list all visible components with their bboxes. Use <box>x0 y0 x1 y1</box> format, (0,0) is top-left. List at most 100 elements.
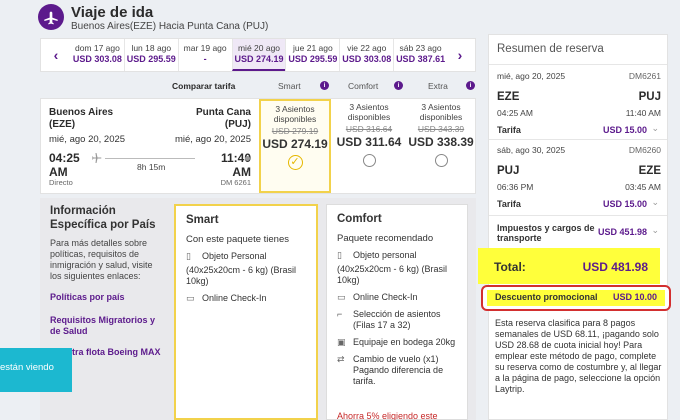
segment-flight-code: DM6261 <box>628 71 661 81</box>
departure-time: 04:25 <box>49 151 80 165</box>
bag-icon: ▯ <box>337 250 342 260</box>
segment-departure: 04:25 AM <box>497 108 533 118</box>
date-option[interactable]: sáb 23 ago USD 387.61 <box>393 39 447 71</box>
date-label: jue 21 ago <box>293 43 333 53</box>
segment-destination: EZE <box>638 165 661 177</box>
compare-fares-row: Comparar tarifa Smart i Comfort i Extra … <box>160 78 476 94</box>
flight-path-line <box>105 158 195 159</box>
fare-price: USD 311.64 <box>336 135 402 149</box>
package-comfort: Comfort Paquete recomendado ▯ Objeto pers… <box>326 204 468 420</box>
radio-button[interactable] <box>362 154 376 167</box>
segment-arrival: 03:45 AM <box>625 182 661 192</box>
date-label: lun 18 ago <box>131 43 172 53</box>
date-price: USD 295.59 <box>288 54 338 64</box>
discount-amount: USD 10.00 <box>612 292 657 302</box>
date-option[interactable]: mié 20 ago USD 274.19 <box>231 39 286 71</box>
package-smart: Smart Con este paquete tienes ▯ Objeto Pe… <box>174 204 318 420</box>
bag-icon: ▯ <box>186 251 191 261</box>
package-subtitle: Paquete recomendado <box>337 233 434 244</box>
origin-date: mié, ago 20, 2025 <box>49 134 126 145</box>
arrival-ampm: AM <box>232 165 251 179</box>
radio-button[interactable] <box>434 154 448 167</box>
flight-type: Directo <box>49 178 73 187</box>
segment-origin: EZE <box>497 91 520 103</box>
package-title: Comfort <box>337 213 382 225</box>
feature-item: ▣ Equipaje en bodega 20kg <box>337 337 456 347</box>
check-icon[interactable]: ✓ <box>287 155 303 170</box>
fare-option-comfort[interactable]: 3 Asientos disponibles USD 316.64 USD 31… <box>333 99 405 193</box>
date-option[interactable]: jue 21 ago USD 295.59 <box>285 39 339 71</box>
country-info-text: Para más detalles sobre políticas, requi… <box>50 238 153 281</box>
date-price: USD 303.08 <box>72 54 122 64</box>
fare-name-extra: Extra <box>428 81 448 91</box>
chevron-left-icon[interactable]: ‹ <box>43 39 69 71</box>
flight-details: Buenos Aires (EZE) Punta Cana (PUJ) mié,… <box>41 99 259 193</box>
fare-price: USD 274.19 <box>262 137 328 151</box>
link-country-policies[interactable]: Políticas por país <box>50 292 166 303</box>
fare-label: Tarifa <box>497 199 521 209</box>
fare-option-extra[interactable]: 3 Asientos disponibles USD 343.39 USD 33… <box>405 99 477 193</box>
info-icon[interactable]: i <box>320 81 329 90</box>
segment-flight-code: DM6260 <box>628 145 661 155</box>
promo-text: Ahorra 5% eligiendo este <box>337 411 438 420</box>
dest-date: mié, ago 20, 2025 <box>174 134 251 145</box>
page-header: Viaje de ida Buenos Aires(EZE) Hacia Pun… <box>38 2 478 34</box>
flight-card: Buenos Aires (EZE) Punta Cana (PUJ) mié,… <box>40 98 476 194</box>
feature-item: ⇄ Cambio de vuelo (x1) Pagando diferencia… <box>337 354 444 386</box>
seats-available: 3 Asientos disponibles <box>419 102 463 122</box>
info-icon[interactable]: i <box>466 81 475 90</box>
chevron-right-icon[interactable]: › <box>447 39 473 71</box>
chat-widget[interactable]: están viendo <box>0 348 72 392</box>
feature-item: ▯ Objeto personal <box>337 250 417 260</box>
date-option[interactable]: dom 17 ago USD 303.08 <box>71 39 124 71</box>
segment-date: mié, ago 20, 2025 <box>497 71 566 81</box>
date-label: sáb 23 ago <box>399 43 442 53</box>
package-subtitle: Con este paquete tienes <box>186 234 289 245</box>
taxes-amount: USD 451.98 <box>597 227 647 237</box>
summary-title: Resumen de reserva <box>489 35 667 65</box>
route-subtitle: Buenos Aires(EZE) Hacia Punta Cana (PUJ) <box>71 21 269 32</box>
fare-option-smart[interactable]: 3 Asientos disponibles USD 279.19 USD 27… <box>259 99 331 193</box>
feature-item: ▭ Online Check-In <box>337 292 418 302</box>
flight-duration: 8h 15m <box>137 162 166 172</box>
departure-ampm: AM <box>49 165 68 179</box>
date-price: USD 274.19 <box>234 54 284 64</box>
summary-segment-return: sáb, ago 30, 2025 DM6260 PUJ EZE 06:36 P… <box>497 145 661 215</box>
info-icon[interactable]: i <box>394 81 403 90</box>
chevron-down-icon[interactable]: ⌄ <box>651 197 659 208</box>
date-price: USD 303.08 <box>342 54 392 64</box>
date-option[interactable]: vie 22 ago USD 303.08 <box>339 39 393 71</box>
date-label: vie 22 ago <box>347 43 387 53</box>
feature-item: ▭ Online Check-In <box>186 293 267 303</box>
fare-amount: USD 15.00 <box>602 125 647 135</box>
date-price: USD 295.59 <box>126 54 176 64</box>
seats-available: 3 Asientos disponibles <box>347 102 391 122</box>
segment-date: sáb, ago 30, 2025 <box>497 145 566 155</box>
package-title: Smart <box>186 214 219 226</box>
date-label: dom 17 ago <box>74 43 120 53</box>
chevron-down-icon[interactable]: ⌄ <box>651 225 659 236</box>
date-label: mié 20 ago <box>237 43 281 53</box>
feature-detail: (40x25x20cm - 6 kg) (Brasil 10kg) <box>337 264 448 285</box>
link-migration-requirements[interactable]: Requisitos Migratorios y de Salud <box>50 315 166 337</box>
origin-city: Buenos Aires <box>49 107 114 118</box>
date-option[interactable]: mar 19 ago - <box>177 39 232 71</box>
discount-label: Descuento promocional <box>495 292 598 302</box>
old-price: USD 279.19 <box>271 126 319 136</box>
date-price: - <box>203 54 207 64</box>
old-price: USD 343.39 <box>417 124 465 134</box>
fare-name-smart: Smart <box>278 81 301 91</box>
date-selector: ‹ dom 17 ago USD 303.08 lun 18 ago USD 295.… <box>40 38 476 72</box>
date-option[interactable]: lun 18 ago USD 295.59 <box>123 39 178 71</box>
chevron-down-icon[interactable]: ⌄ <box>651 123 659 134</box>
fare-label: Tarifa <box>497 125 521 135</box>
feature-item: ▯ Objeto Personal <box>186 251 267 261</box>
compare-label: Comparar tarifa <box>172 81 236 91</box>
segment-destination: PUJ <box>638 91 661 103</box>
fare-price: USD 338.39 <box>408 135 474 149</box>
dot-icon <box>245 156 250 161</box>
total-label: Total: <box>494 260 526 274</box>
exchange-icon: ⇄ <box>337 354 345 364</box>
divider <box>489 215 667 216</box>
payment-plan-note: Esta reserva clasifica para 8 pagos sema… <box>495 318 662 394</box>
